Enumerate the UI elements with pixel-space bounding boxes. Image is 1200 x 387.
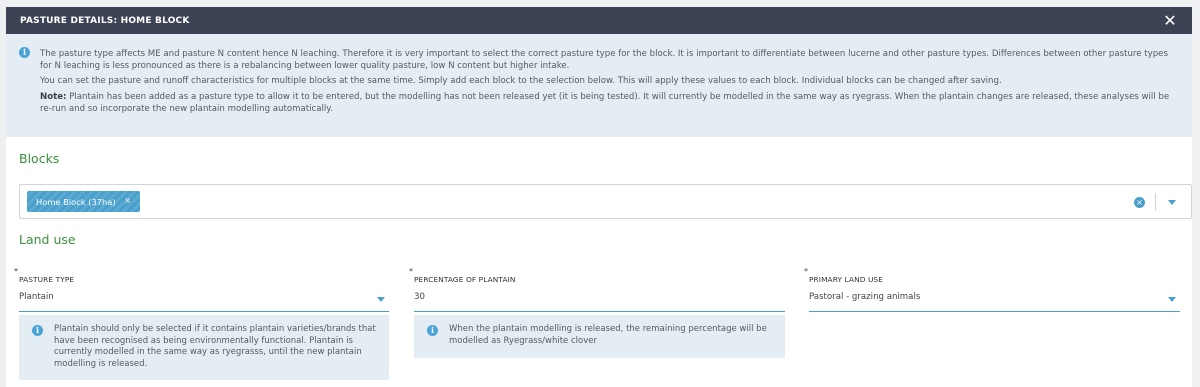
info-panel: i The pasture type affects ME and pastur… (6, 34, 1192, 137)
block-chip-label: Home Block (37ha) (36, 196, 116, 207)
modal-title: PASTURE DETAILS: HOME BLOCK (20, 15, 190, 26)
info-paragraph-1: The pasture type affects ME and pasture … (40, 49, 1168, 72)
blocks-multiselect[interactable]: Home Block (37ha) × × (19, 184, 1192, 219)
pasture-type-underline (19, 311, 389, 312)
percentage-plantain-hint: i When the plantain modelling is release… (414, 315, 785, 358)
info-note: Note: Plantain has been added as a pastu… (40, 91, 1178, 115)
percentage-plantain-label: PERCENTAGE OF PLANTAIN (414, 275, 516, 284)
clear-selection-icon[interactable]: × (1134, 197, 1145, 208)
primary-land-use-value[interactable]: Pastoral - grazing animals (809, 292, 920, 302)
select-divider (1155, 193, 1156, 211)
blocks-heading: Blocks (19, 151, 60, 166)
modal-header: PASTURE DETAILS: HOME BLOCK ✕ (6, 7, 1192, 34)
percentage-plantain-value[interactable]: 30 (414, 292, 425, 302)
required-marker: * (14, 267, 18, 276)
required-marker: * (409, 267, 413, 276)
info-icon: i (19, 47, 30, 58)
percentage-plantain-hint-text: When the plantain modelling is released,… (449, 324, 767, 346)
land-use-heading: Land use (19, 232, 76, 247)
block-chip: Home Block (37ha) × (27, 191, 140, 212)
primary-land-use-label: PRIMARY LAND USE (809, 275, 884, 284)
pasture-type-label: PASTURE TYPE (19, 275, 75, 284)
pasture-details-modal: PASTURE DETAILS: HOME BLOCK ✕ i The past… (6, 7, 1192, 387)
chip-remove-icon[interactable]: × (124, 196, 131, 205)
primary-land-use-chevron-down-icon[interactable] (1168, 297, 1176, 302)
pasture-type-hint-text: Plantain should only be selected if it c… (54, 324, 376, 369)
required-marker: * (804, 267, 808, 276)
note-label: Note: (40, 91, 67, 102)
note-text: Plantain has been added as a pasture typ… (40, 91, 1170, 114)
percentage-plantain-underline (414, 311, 785, 312)
primary-land-use-underline (809, 311, 1180, 312)
pasture-type-value[interactable]: Plantain (19, 292, 54, 302)
chevron-down-icon[interactable] (1168, 200, 1176, 205)
pasture-type-chevron-down-icon[interactable] (377, 297, 385, 302)
info-paragraph-2: You can set the pasture and runoff chara… (40, 76, 1002, 87)
pasture-type-hint: i Plantain should only be selected if it… (19, 315, 389, 380)
close-icon[interactable]: ✕ (1162, 12, 1178, 29)
info-icon: i (32, 325, 43, 336)
info-icon: i (427, 325, 438, 336)
